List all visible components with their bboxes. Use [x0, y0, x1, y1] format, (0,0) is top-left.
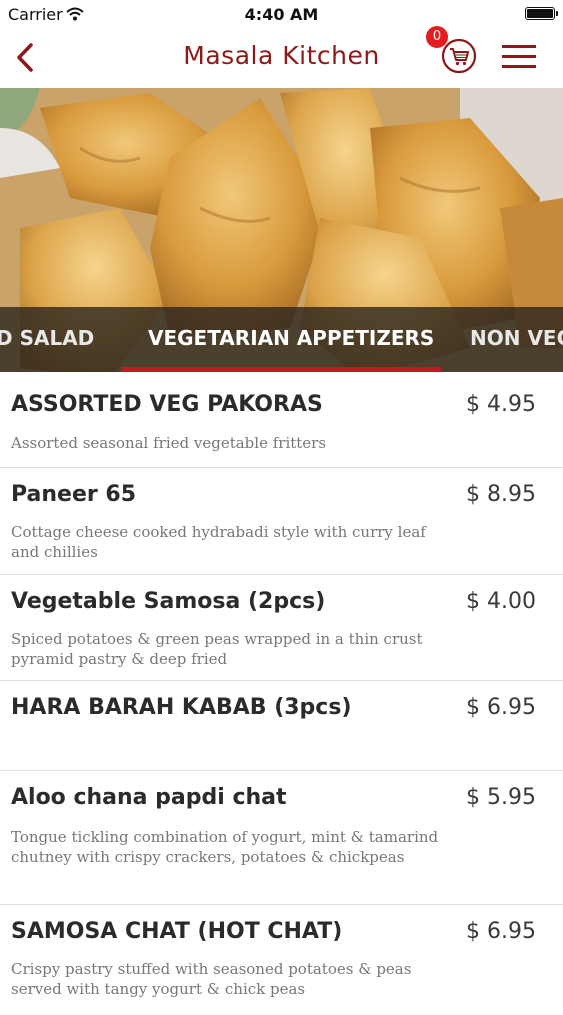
item-price: $ 6.95: [466, 695, 536, 720]
status-time: 4:40 AM: [244, 5, 319, 24]
item-price: $ 6.95: [466, 919, 536, 944]
item-description: Cottage cheese cooked hydrabadi style wi…: [11, 523, 426, 561]
item-price: $ 4.95: [466, 392, 536, 417]
item-name: Aloo chana papdi chat: [11, 785, 287, 810]
battery-icon: [525, 7, 558, 20]
menu-item[interactable]: Vegetable Samosa (2pcs) $ 4.00 Spiced po…: [0, 575, 563, 681]
tab-vegetarian-appetizers[interactable]: VEGETARIAN APPETIZERS: [148, 307, 434, 372]
active-tab-indicator: [121, 367, 441, 372]
item-name: HARA BARAH KABAB (3pcs): [11, 695, 352, 720]
item-description: Tongue tickling combination of yogurt, m…: [11, 828, 439, 866]
cart-button[interactable]: 0: [426, 26, 482, 82]
menu-item[interactable]: Paneer 65 $ 8.95 Cottage cheese cooked h…: [0, 468, 563, 575]
item-price: $ 8.95: [466, 482, 536, 507]
menu-list: ASSORTED VEG PAKORAS $ 4.95 Assorted sea…: [0, 378, 563, 1015]
item-name: SAMOSA CHAT (HOT CHAT): [11, 919, 343, 944]
cart-count-badge: 0: [426, 26, 448, 48]
hamburger-menu-icon: [502, 45, 536, 68]
menu-item[interactable]: HARA BARAH KABAB (3pcs) $ 6.95: [0, 681, 563, 771]
nav-bar: Masala Kitchen 0: [0, 26, 563, 89]
category-tabs: D SALAD VEGETARIAN APPETIZERS NON VEG: [0, 307, 563, 372]
tab-category-next[interactable]: NON VEG: [470, 307, 563, 372]
menu-item[interactable]: SAMOSA CHAT (HOT CHAT) $ 6.95 Crispy pas…: [0, 905, 563, 1015]
menu-item[interactable]: Aloo chana papdi chat $ 5.95 Tongue tick…: [0, 771, 563, 905]
item-price: $ 4.00: [466, 589, 536, 614]
tab-category-prev[interactable]: D SALAD: [0, 307, 94, 372]
menu-button[interactable]: [498, 36, 540, 78]
item-name: ASSORTED VEG PAKORAS: [11, 392, 323, 417]
menu-item[interactable]: ASSORTED VEG PAKORAS $ 4.95 Assorted sea…: [0, 378, 563, 468]
status-bar: Carrier 4:40 AM: [0, 0, 563, 28]
item-description: Assorted seasonal fried vegetable fritte…: [11, 434, 327, 452]
item-description: Spiced potatoes & green peas wrapped in …: [11, 630, 423, 668]
item-name: Vegetable Samosa (2pcs): [11, 589, 326, 614]
item-price: $ 5.95: [466, 785, 536, 810]
item-name: Paneer 65: [11, 482, 137, 507]
item-description: Crispy pastry stuffed with seasoned pota…: [11, 960, 412, 998]
